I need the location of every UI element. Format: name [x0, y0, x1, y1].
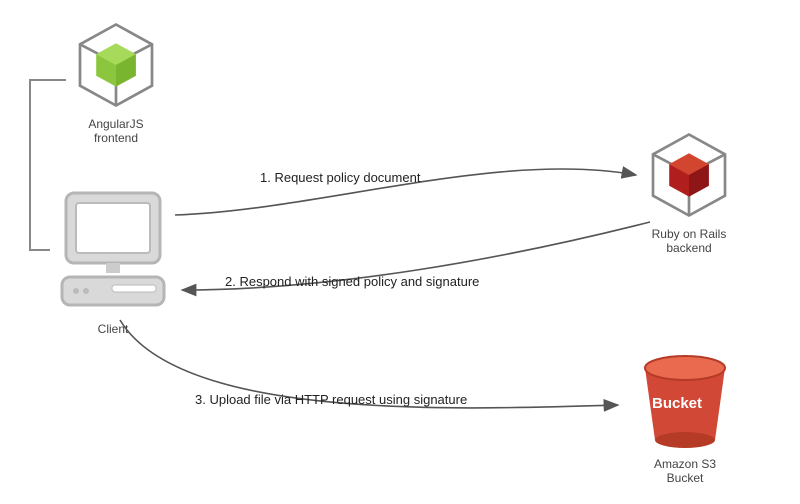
cube-icon [644, 130, 734, 220]
s3-label: Amazon S3 Bucket [620, 457, 750, 486]
s3-node: Amazon S3 Bucket [620, 350, 750, 486]
step2-label: 2. Respond with signed policy and signat… [225, 274, 479, 289]
client-label: Client [48, 322, 178, 336]
step1-label: 1. Request policy document [260, 170, 420, 185]
computer-icon [48, 185, 178, 315]
rails-label: Ruby on Rails backend [634, 227, 744, 256]
angular-node: AngularJS frontend [66, 20, 166, 146]
angular-label: AngularJS frontend [66, 117, 166, 146]
cube-icon [71, 20, 161, 110]
client-node: Client [48, 185, 178, 336]
bucket-text: Bucket [652, 395, 702, 412]
step3-label: 3. Upload file via HTTP request using si… [195, 392, 467, 407]
rails-node: Ruby on Rails backend [634, 130, 744, 256]
